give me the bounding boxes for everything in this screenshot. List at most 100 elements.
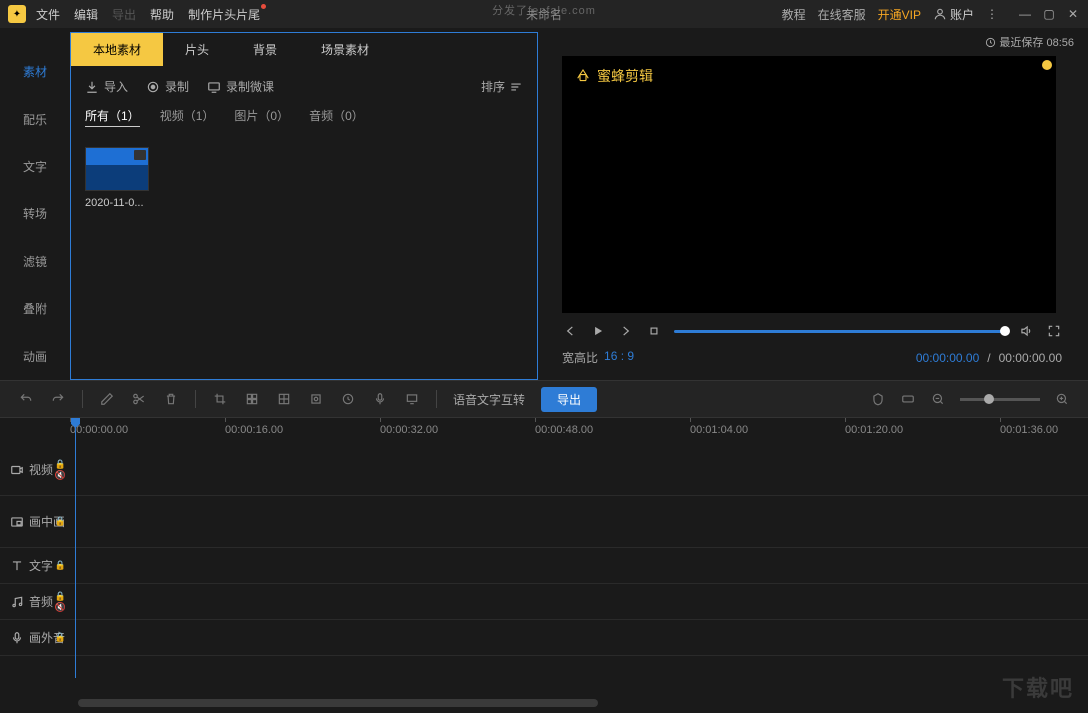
progress-bar[interactable] — [674, 330, 1006, 333]
sidebar-music[interactable]: 配乐 — [0, 95, 70, 142]
tick: 00:01:36.00 — [1000, 424, 1058, 436]
fit-tool[interactable] — [900, 391, 916, 407]
tutorial-link[interactable]: 教程 — [782, 6, 806, 23]
thumbnail-image — [85, 147, 149, 191]
sidebar-overlay[interactable]: 叠附 — [0, 285, 70, 332]
video-icon — [10, 463, 24, 477]
playhead[interactable] — [75, 418, 76, 678]
tab-local[interactable]: 本地素材 — [71, 33, 163, 66]
marker-tool[interactable] — [870, 391, 886, 407]
voice-tool[interactable] — [372, 391, 388, 407]
preview-area[interactable]: 蜜蜂剪辑 — [562, 56, 1056, 313]
zoom-tool[interactable] — [276, 391, 292, 407]
menu-help[interactable]: 帮助 — [150, 6, 174, 23]
prev-frame-button[interactable] — [562, 323, 578, 339]
filter-audio[interactable]: 音频（0） — [309, 107, 364, 127]
edit-tool[interactable] — [99, 391, 115, 407]
undo-button[interactable] — [18, 391, 34, 407]
video-track[interactable]: 视频 🔒🔇 — [0, 444, 1088, 496]
app-logo: ✦ — [8, 5, 26, 23]
tab-background[interactable]: 背景 — [231, 33, 299, 66]
user-icon — [933, 7, 947, 21]
close-button[interactable]: ✕ — [1066, 7, 1080, 21]
tab-scene[interactable]: 场景素材 — [299, 33, 391, 66]
tick: 00:00:48.00 — [535, 424, 593, 436]
menu-file[interactable]: 文件 — [36, 6, 60, 23]
duration-tool[interactable] — [340, 391, 356, 407]
zoom-in-button[interactable] — [1054, 391, 1070, 407]
crop-tool[interactable] — [212, 391, 228, 407]
sort-icon — [509, 80, 523, 94]
sidebar-text[interactable]: 文字 — [0, 143, 70, 190]
preview-close-icon[interactable] — [1042, 60, 1052, 70]
next-frame-button[interactable] — [618, 323, 634, 339]
filter-video[interactable]: 视频（1） — [160, 107, 215, 127]
lock-icon[interactable]: 🔒 — [55, 516, 66, 527]
record-lesson-button[interactable]: 录制微课 — [207, 78, 274, 95]
sidebar-material[interactable]: 素材 — [0, 48, 70, 95]
audio-track[interactable]: 音频 🔒🔇 — [0, 584, 1088, 620]
total-time: 00:00:00.00 — [999, 351, 1062, 365]
freeze-tool[interactable] — [308, 391, 324, 407]
zoom-out-button[interactable] — [930, 391, 946, 407]
voice-text-button[interactable]: 语音文字互转 — [453, 391, 525, 408]
bee-icon — [574, 67, 592, 85]
time-separator: / — [987, 351, 990, 365]
play-button[interactable] — [590, 323, 606, 339]
redo-button[interactable] — [50, 391, 66, 407]
lock-icon[interactable]: 🔒🔇 — [55, 591, 66, 613]
cut-tool[interactable] — [131, 391, 147, 407]
horizontal-scrollbar[interactable] — [78, 699, 598, 707]
tick: 00:01:20.00 — [845, 424, 903, 436]
music-icon — [10, 595, 24, 609]
bottom-watermark: 下载吧 — [1002, 671, 1074, 703]
sort-button[interactable]: 排序 — [481, 78, 523, 95]
tab-intro[interactable]: 片头 — [163, 33, 231, 66]
tick: 00:00:16.00 — [225, 424, 283, 436]
menu-export: 导出 — [112, 6, 136, 23]
import-icon — [85, 80, 99, 94]
more-icon[interactable]: ⋮ — [986, 7, 998, 21]
screen-icon — [207, 80, 221, 94]
sidebar-filter[interactable]: 滤镜 — [0, 238, 70, 285]
tick: 00:00:00.00 — [70, 424, 128, 436]
minimize-button[interactable]: — — [1018, 7, 1032, 21]
lock-icon[interactable]: 🔒🔇 — [55, 459, 66, 481]
material-panel: 本地素材 片头 背景 场景素材 导入 录制 录制微课 排序 所有 — [70, 32, 538, 380]
stop-button[interactable] — [646, 323, 662, 339]
sidebar-animation[interactable]: 动画 — [0, 333, 70, 380]
menu-titles[interactable]: 制作片头片尾 — [188, 6, 260, 23]
delete-tool[interactable] — [163, 391, 179, 407]
timeline[interactable]: 00:00:00.00 00:00:16.00 00:00:32.00 00:0… — [0, 418, 1088, 713]
export-button[interactable]: 导出 — [541, 387, 597, 412]
record-icon — [146, 80, 160, 94]
tick: 00:01:04.00 — [690, 424, 748, 436]
mosaic-tool[interactable] — [244, 391, 260, 407]
filter-image[interactable]: 图片（0） — [234, 107, 289, 127]
account-menu[interactable]: 账户 — [933, 6, 974, 23]
import-button[interactable]: 导入 — [85, 78, 128, 95]
save-info: 最近保存 08:56 — [556, 32, 1080, 52]
voiceover-track[interactable]: 画外音 🔒 — [0, 620, 1088, 656]
pip-track[interactable]: 画中画 🔒 — [0, 496, 1088, 548]
lock-icon[interactable]: 🔒 — [55, 560, 66, 571]
lock-icon[interactable]: 🔒 — [55, 632, 66, 643]
pip-icon — [10, 515, 24, 529]
time-ruler[interactable]: 00:00:00.00 00:00:16.00 00:00:32.00 00:0… — [70, 418, 1088, 444]
aspect-value[interactable]: 16 : 9 — [604, 349, 634, 366]
volume-button[interactable] — [1018, 323, 1034, 339]
zoom-slider[interactable] — [960, 398, 1040, 401]
sidebar-transition[interactable]: 转场 — [0, 190, 70, 237]
media-thumbnail[interactable]: 2020-11-0... — [85, 147, 149, 209]
current-time: 00:00:00.00 — [916, 351, 979, 365]
maximize-button[interactable]: ▢ — [1042, 7, 1056, 21]
screen-tool[interactable] — [404, 391, 420, 407]
record-button[interactable]: 录制 — [146, 78, 189, 95]
vip-link[interactable]: 开通VIP — [878, 6, 921, 23]
fullscreen-button[interactable] — [1046, 323, 1062, 339]
filter-all[interactable]: 所有（1） — [85, 107, 140, 127]
mic-icon — [10, 631, 24, 645]
service-link[interactable]: 在线客服 — [818, 6, 866, 23]
text-track[interactable]: 文字 🔒 — [0, 548, 1088, 584]
menu-edit[interactable]: 编辑 — [74, 6, 98, 23]
